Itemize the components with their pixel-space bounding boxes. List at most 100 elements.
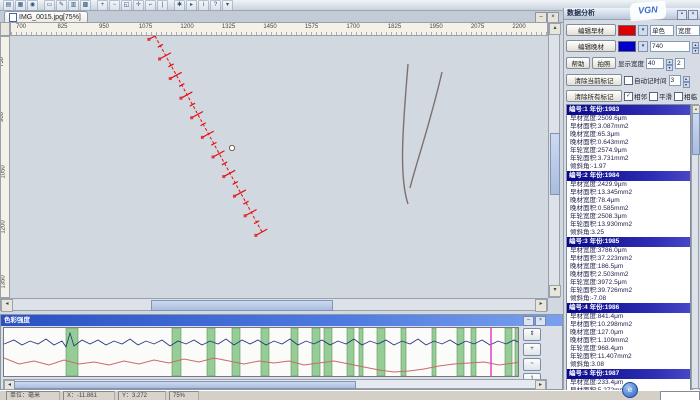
- scroll-right-icon[interactable]: ▸: [535, 299, 547, 312]
- zoom-out-icon[interactable]: −: [109, 0, 120, 11]
- list-scrollbar[interactable]: ▴ ▾: [691, 104, 699, 398]
- photo-button[interactable]: 拍照: [592, 57, 616, 69]
- checkbox-checked-icon[interactable]: ✓: [624, 92, 633, 101]
- pin-icon[interactable]: ▸: [186, 0, 197, 11]
- ring-entry-header[interactable]: 编号:2 年份:1984: [567, 171, 690, 181]
- list-scroll-thumb[interactable]: [692, 113, 700, 155]
- checkbox-icon[interactable]: [674, 92, 683, 101]
- scroll-left-icon[interactable]: ◂: [1, 299, 13, 312]
- wood-sample-image[interactable]: [10, 36, 548, 298]
- toolbar-separator: [92, 1, 96, 10]
- ring-boundary-bar: [347, 328, 354, 376]
- measurement-tick: [150, 36, 161, 39]
- scroll-down-icon[interactable]: ▾: [549, 285, 561, 297]
- scroll-up-icon[interactable]: ▴: [549, 23, 561, 35]
- checkbox-icon[interactable]: [649, 92, 658, 101]
- hand-icon[interactable]: ✛: [133, 0, 144, 11]
- image-vertical-scrollbar[interactable]: ▴ ▾: [548, 22, 560, 298]
- h-ruler-label: 1825: [388, 24, 401, 30]
- width-mode-combo[interactable]: 宽度: [676, 25, 700, 36]
- info-icon[interactable]: i: [198, 0, 209, 11]
- measurement-overlay: [10, 36, 548, 298]
- latewood-color-swatch[interactable]: [618, 41, 636, 52]
- latewood-value-field[interactable]: 740: [650, 41, 690, 52]
- clear-all-marks-button[interactable]: 清除所有标记: [566, 90, 622, 102]
- height-fit-button[interactable]: ⇕: [523, 328, 541, 341]
- ring-boundary-bar: [457, 328, 464, 376]
- document-icon: [9, 13, 17, 22]
- h-ruler-label: 700: [16, 24, 26, 30]
- v-ruler-label: 900: [0, 112, 5, 122]
- help-button[interactable]: 帮助: [566, 57, 590, 69]
- mark-width2-field[interactable]: 2: [675, 58, 685, 69]
- status-zoom: 75%: [169, 391, 199, 400]
- adjacent-checkbox[interactable]: ✓ 相邻: [624, 91, 647, 101]
- taskbar-app-icon[interactable]: e: [622, 382, 638, 398]
- ruler-corner: [0, 22, 10, 36]
- save-icon[interactable]: ▦: [15, 0, 26, 11]
- auto-time-checkbox[interactable]: 自动记时间: [624, 75, 667, 85]
- vscroll-thumb[interactable]: [550, 133, 560, 195]
- open-icon[interactable]: ▤: [3, 0, 14, 11]
- earlywood-color-dropdown-icon[interactable]: ▾: [638, 25, 648, 36]
- profile-scroll-thumb[interactable]: [14, 381, 356, 389]
- marker-icon[interactable]: |: [157, 0, 168, 11]
- clear-current-mark-button[interactable]: 清除当前标记: [566, 74, 622, 86]
- ring-boundary-bar: [261, 328, 269, 376]
- panel-close-icon[interactable]: ×: [688, 10, 698, 20]
- toolbar-separator: [39, 1, 43, 10]
- profile-minimize-button[interactable]: –: [523, 316, 534, 326]
- camera-icon[interactable]: ◉: [27, 0, 38, 11]
- color-mode-combo[interactable]: 单色: [650, 25, 674, 36]
- ring-field: 早材面积:13.345mm2: [567, 189, 690, 197]
- print-icon[interactable]: ▭: [44, 0, 55, 11]
- hscroll-thumb[interactable]: [151, 300, 333, 311]
- edit-latewood-button[interactable]: 编辑晚材: [566, 40, 616, 52]
- mark-width-spinner[interactable]: ▴▾: [666, 59, 673, 68]
- measurement-tick: [160, 53, 171, 59]
- ring-field: 年轮面积:3.731mm2: [567, 155, 690, 163]
- image-horizontal-scrollbar[interactable]: ◂ ▸: [0, 298, 548, 311]
- status-x: X：-11.861: [63, 391, 115, 400]
- latewood-color-dropdown-icon[interactable]: ▾: [638, 41, 648, 52]
- grid-icon[interactable]: ▩: [80, 0, 91, 11]
- h-ruler-label: 1200: [180, 24, 193, 30]
- wood-crack: [410, 72, 442, 188]
- edit-earlywood-button[interactable]: 编辑早材: [566, 24, 616, 36]
- edit-icon[interactable]: ✎: [56, 0, 67, 11]
- profile-scroll-right-icon[interactable]: ▸: [535, 380, 546, 390]
- wave-button[interactable]: ~: [523, 358, 541, 371]
- latewood-value-spinner[interactable]: ▴▾: [692, 42, 699, 51]
- profile-close-button[interactable]: ×: [535, 316, 546, 326]
- ring-field: 倾斜角:-1.97: [567, 163, 690, 171]
- ring-entry-header[interactable]: 编号:3 年份:1985: [567, 237, 690, 247]
- help-icon[interactable]: ?: [210, 0, 221, 11]
- auto-value-spinner[interactable]: ▴▾: [683, 76, 690, 85]
- measure-icon[interactable]: ⌐: [145, 0, 156, 11]
- ring-entry-header[interactable]: 编号:5 年份:1987: [567, 369, 690, 379]
- profile-title: 色彩强度: [1, 315, 562, 326]
- smooth-checkbox[interactable]: 平滑: [649, 91, 672, 101]
- fit-icon[interactable]: ◱: [121, 0, 132, 11]
- taskbar-input-box[interactable]: [660, 391, 700, 400]
- earlywood-color-swatch[interactable]: [618, 25, 636, 36]
- h-ruler-label: 1575: [305, 24, 318, 30]
- settings-icon[interactable]: ✱: [174, 0, 185, 11]
- checkbox-icon[interactable]: [624, 76, 633, 85]
- ring-entry-header[interactable]: 编号:1 年份:1983: [567, 105, 690, 115]
- zoom-in-icon[interactable]: +: [97, 0, 108, 11]
- more-icon[interactable]: ▾: [222, 0, 233, 11]
- ring-entry-header[interactable]: 编号:4 年份:1986: [567, 303, 690, 313]
- chart-icon[interactable]: ▥: [68, 0, 79, 11]
- measurement-tick: [235, 190, 246, 196]
- neighbor-checkbox[interactable]: 相临: [674, 91, 697, 101]
- move-button[interactable]: +: [523, 343, 541, 356]
- intensity-profile-chart[interactable]: [3, 327, 519, 377]
- mark-width-field[interactable]: 40: [646, 58, 664, 69]
- panel-pin-icon[interactable]: ▪: [677, 10, 687, 20]
- ring-field: 倾斜角:-7.08: [567, 295, 690, 303]
- auto-value-field[interactable]: 3: [669, 75, 681, 86]
- ring-field: 晚材宽度:127.0μm: [567, 329, 690, 337]
- measurement-mark: [244, 214, 247, 217]
- profile-scrollbar[interactable]: ◂ ▸: [3, 379, 547, 389]
